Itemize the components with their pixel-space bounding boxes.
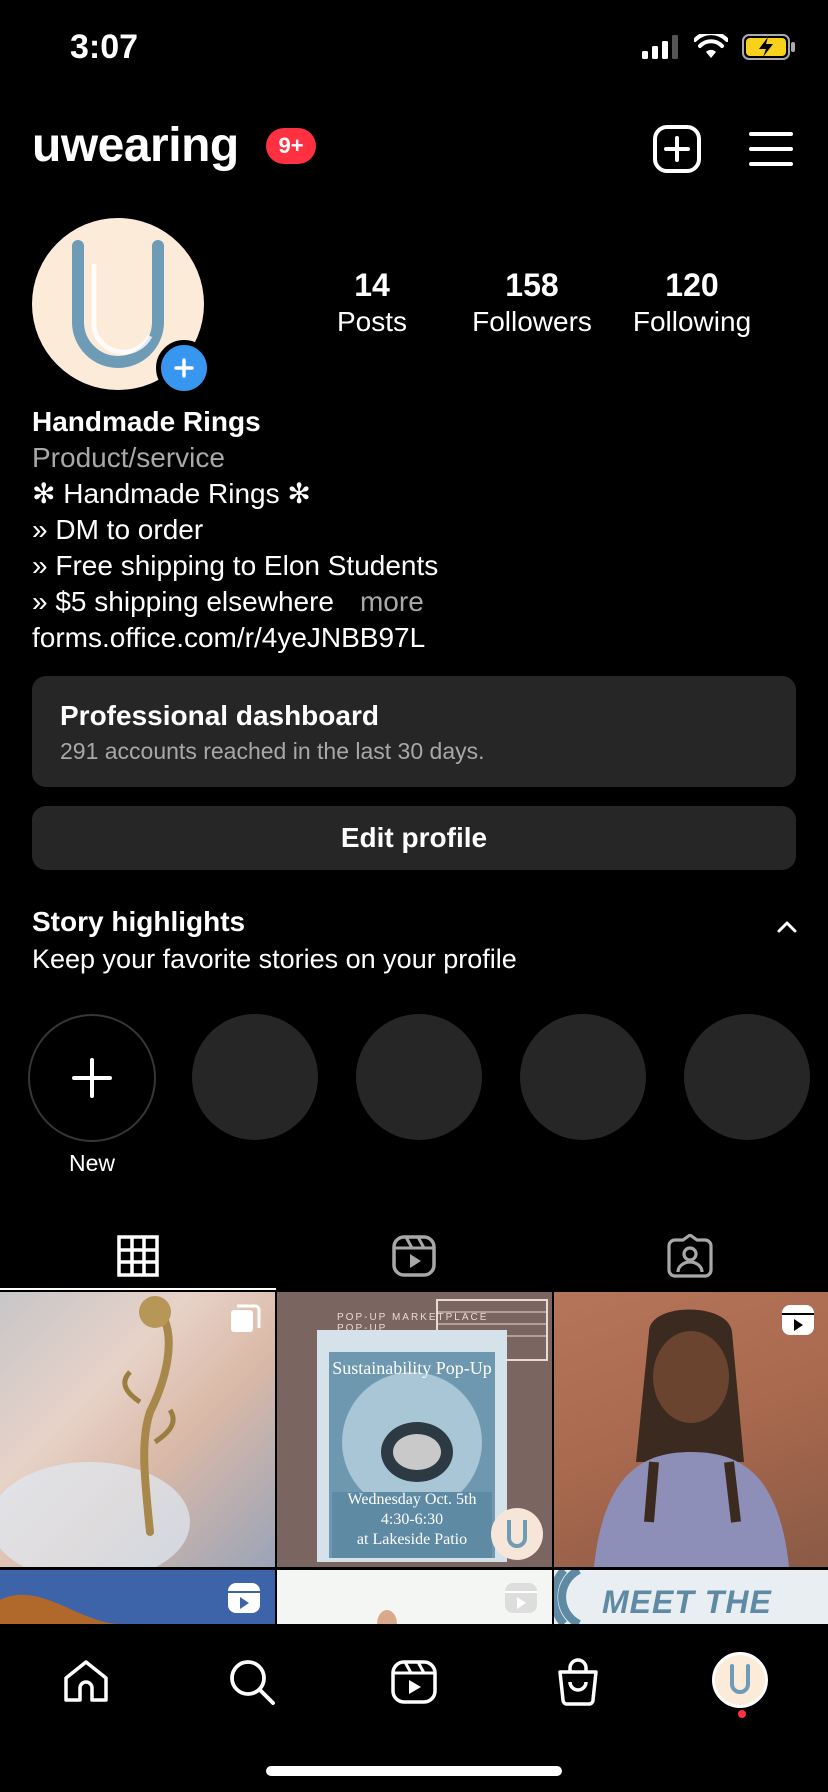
bio-line: » DM to order [32, 514, 204, 545]
story-highlights-subtitle: Keep your favorite stories on your profi… [32, 944, 517, 974]
post-thumbnail[interactable] [0, 1570, 275, 1624]
cellular-signal-icon [642, 35, 678, 59]
flyer-time: 4:30-6:30 [380, 1511, 444, 1528]
new-highlight-label: New [68, 1150, 115, 1176]
new-highlight-button[interactable] [28, 1014, 156, 1142]
posts-count[interactable]: 14 Posts [292, 266, 452, 340]
story-highlights-title[interactable]: Story highlights [32, 906, 245, 938]
followers-count[interactable]: 158 Followers [452, 266, 612, 340]
notification-dot [738, 1710, 746, 1718]
post-thumbnail[interactable] [554, 1292, 828, 1567]
bio-line: » $5 shipping elsewhere [32, 586, 334, 617]
status-icons [642, 34, 796, 60]
followers-count-label: Followers [472, 306, 592, 337]
profile-website-link[interactable]: forms.office.com/r/4yeJNBB97L [32, 620, 438, 656]
plus-icon [72, 1058, 112, 1098]
tab-tagged[interactable] [552, 1220, 828, 1292]
add-story-button[interactable] [156, 340, 212, 396]
profile-display-name: Handmade Rings [32, 406, 261, 437]
reel-indicator-icon [782, 1305, 814, 1335]
post-thumbnail[interactable]: MEET THE CEO [554, 1570, 828, 1624]
create-post-icon[interactable] [652, 124, 704, 176]
profile-username[interactable]: uwearing [32, 118, 239, 173]
followers-count-value: 158 [505, 267, 559, 303]
flyer-place: at Lakeside Patio [356, 1531, 468, 1548]
post-thumbnail[interactable] [0, 1292, 275, 1567]
post-caption-text: MEET THE CEO [602, 1584, 772, 1624]
nav-home[interactable] [56, 1652, 116, 1712]
highlight-placeholder [684, 1014, 810, 1140]
post-thumbnail[interactable]: POP-UP MARKETPLACE POP-UP Sustainability… [277, 1292, 552, 1567]
reel-indicator-icon [228, 1583, 260, 1613]
dashboard-title: Professional dashboard [60, 700, 379, 731]
menu-icon[interactable] [748, 124, 800, 176]
highlight-placeholder [192, 1014, 318, 1140]
home-indicator [266, 1766, 562, 1776]
bio-line: » Free shipping to Elon Students [32, 550, 439, 581]
flyer-details: Wednesday Oct. 5th 4:30-6:30 at Lakeside… [329, 1490, 495, 1550]
search-icon [230, 1660, 275, 1705]
professional-dashboard-card[interactable]: Professional dashboard 291 accounts reac… [32, 676, 796, 787]
tab-reels[interactable] [276, 1220, 552, 1292]
following-count[interactable]: 120 Following [612, 266, 772, 340]
nav-profile[interactable] [712, 1652, 768, 1708]
highlight-placeholder [520, 1014, 646, 1140]
tab-posts-grid[interactable] [0, 1220, 276, 1292]
posts-count-label: Posts [336, 306, 408, 337]
tagged-person-icon [667, 1234, 713, 1278]
flyer-arc-text: POP-UP MARKETPLACE POP-UP [337, 1312, 489, 1334]
notification-badge[interactable]: 9+ [266, 128, 316, 164]
shopping-bag-icon [558, 1658, 598, 1706]
nav-reels[interactable] [384, 1652, 444, 1712]
reels-icon [391, 1660, 437, 1704]
profile-avatar-icon [730, 1664, 750, 1694]
edit-profile-button[interactable]: Edit profile [32, 806, 796, 870]
battery-charging-icon [742, 34, 795, 60]
following-count-value: 120 [665, 267, 719, 303]
nav-search[interactable] [222, 1652, 282, 1712]
nav-shop[interactable] [548, 1652, 608, 1712]
bio-line: ✻ Handmade Rings ✻ [32, 478, 311, 509]
profile-bio: Handmade Rings Product/service ✻ Handmad… [32, 404, 438, 656]
home-icon [64, 1660, 108, 1702]
highlight-placeholder [356, 1014, 482, 1140]
status-time: 3:07 [70, 28, 139, 66]
reel-indicator-icon [505, 1583, 537, 1613]
chevron-up-icon[interactable] [776, 920, 798, 934]
dashboard-subtitle: 291 accounts reached in the last 30 days… [60, 738, 485, 764]
bio-more-link[interactable]: more [360, 586, 424, 617]
following-count-label: Following [632, 306, 752, 337]
reels-icon [392, 1235, 436, 1277]
post-thumbnail[interactable] [277, 1570, 552, 1624]
active-tab-indicator [0, 1288, 276, 1290]
flyer-title: Sustainability Pop-Up [332, 1358, 492, 1378]
flyer-date: Wednesday Oct. 5th [347, 1491, 477, 1508]
multiple-photos-icon [231, 1304, 261, 1332]
grid-icon [117, 1235, 159, 1277]
posts-count-value: 14 [354, 267, 390, 303]
wifi-icon [694, 34, 728, 58]
profile-category: Product/service [32, 442, 225, 473]
